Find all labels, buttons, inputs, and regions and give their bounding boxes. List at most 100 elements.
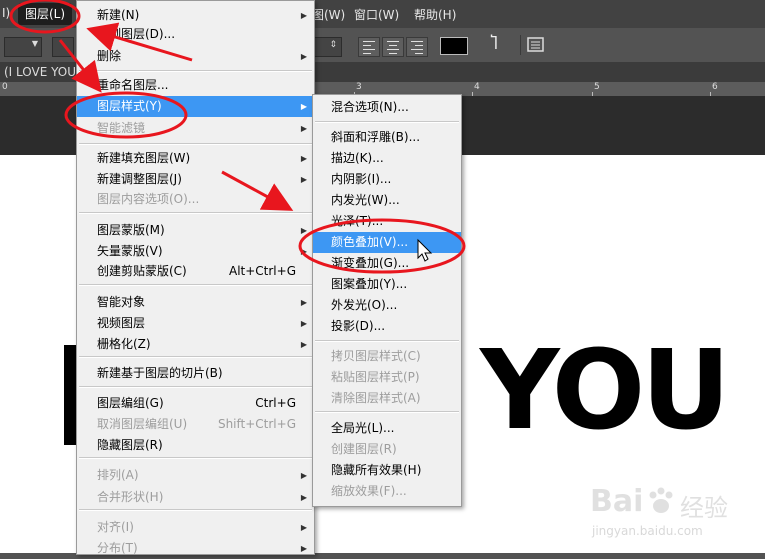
layer-style-menu-item[interactable]: 全局光(L)... — [313, 418, 461, 439]
warp-text-icon[interactable]: Ⴈ — [484, 34, 504, 56]
layer-menu-item: 排列(A) ▶ — [77, 465, 314, 486]
layer-style-menu-item[interactable]: 颜色叠加(V)... — [313, 232, 461, 253]
layer-style-menu-item[interactable]: 内发光(W)... — [313, 190, 461, 211]
menu-layer[interactable]: 图层(L) — [18, 3, 72, 25]
layer-style-menu-item-label: 外发光(O)... — [331, 298, 398, 312]
menu-window[interactable]: 窗口(W) — [354, 6, 399, 23]
layer-menu-item-label: 智能对象 — [97, 295, 146, 309]
submenu-arrow-icon: ▶ — [300, 471, 307, 480]
layer-menu-item[interactable]: 视频图层 ▶ — [77, 313, 314, 334]
menu-separator — [79, 212, 312, 214]
align-center-button[interactable] — [382, 37, 404, 57]
layer-style-menu-item: 拷贝图层样式(C) — [313, 346, 461, 367]
layer-menu-item[interactable]: 矢量蒙版(V) ▶ — [77, 241, 314, 262]
submenu-arrow-icon: ▶ — [300, 52, 307, 61]
layer-style-menu-item[interactable]: 描边(K)... — [313, 148, 461, 169]
layer-style-menu-item[interactable]: 内阴影(I)... — [313, 169, 461, 190]
canvas-text-layer: YOU — [480, 326, 731, 454]
layer-style-menu-item[interactable]: 斜面和浮雕(B)... — [313, 127, 461, 148]
submenu-arrow-icon: ▶ — [300, 154, 307, 163]
layer-style-menu-item-label: 内阴影(I)... — [331, 172, 392, 186]
submenu-arrow-icon: ▶ — [300, 319, 307, 328]
submenu-arrow-icon: ▶ — [300, 493, 307, 502]
submenu-arrow-icon: ▶ — [300, 247, 307, 256]
layer-style-menu-item: 缩放效果(F)... — [313, 481, 461, 502]
layer-style-menu-item[interactable]: 渐变叠加(G)... — [313, 253, 461, 274]
layer-style-menu-item[interactable]: 外发光(O)... — [313, 295, 461, 316]
layer-style-menu-item[interactable]: 混合选项(N)... — [313, 97, 461, 118]
character-panel-button[interactable] — [520, 35, 547, 55]
baidu-watermark: Bai 经验 jingyan.baidu.com — [590, 484, 760, 544]
layer-menu-item-label: 新建(N) — [97, 8, 140, 22]
layer-menu-item[interactable]: 智能对象 ▶ — [77, 292, 314, 313]
menu-separator — [315, 411, 459, 413]
menu-separator — [79, 143, 312, 145]
menu-separator — [315, 121, 459, 123]
text-color-swatch[interactable] — [440, 37, 468, 55]
layer-menu-item[interactable]: 创建剪贴蒙版(C) Alt+Ctrl+G — [77, 261, 314, 282]
menu-shortcut: Shift+Ctrl+G — [217, 417, 296, 431]
layer-style-menu-item[interactable]: 光泽(T)... — [313, 211, 461, 232]
layer-menu-item[interactable]: 重命名图层... — [77, 75, 314, 96]
layer-menu-item-label: 重命名图层... — [97, 78, 169, 92]
layer-menu-item[interactable]: 删除 ▶ — [77, 46, 314, 67]
paw-icon — [649, 487, 673, 513]
submenu-arrow-icon: ▶ — [300, 11, 307, 20]
layer-menu-item-label: 隐藏图层(R) — [97, 438, 163, 452]
menubar-fragment-left[interactable]: I) — [2, 6, 10, 20]
layer-menu-item[interactable]: 隐藏图层(R) — [77, 435, 314, 456]
layer-style-menu-item-label: 清除图层样式(A) — [331, 391, 421, 405]
ruler-label: 6 — [712, 82, 718, 92]
watermark-brand: Bai — [590, 484, 644, 519]
layer-style-menu-item[interactable]: 投影(D)... — [313, 316, 461, 337]
menu-separator — [79, 509, 312, 511]
ruler-label: 3 — [356, 82, 362, 92]
layer-menu-item[interactable]: 新建填充图层(W) ▶ — [77, 148, 314, 169]
align-right-button[interactable] — [406, 37, 428, 57]
layer-menu-item[interactable]: 新建(N) ▶ — [77, 5, 314, 26]
menubar-fragment-view[interactable]: 图(W) — [312, 6, 345, 23]
layer-menu-item-label: 合并形状(H) — [97, 490, 164, 504]
layer-menu-item: 分布(T) ▶ — [77, 538, 314, 559]
menu-separator — [315, 340, 459, 342]
layer-menu-item-label: 新建填充图层(W) — [97, 151, 191, 165]
menu-shortcut: Alt+Ctrl+G — [228, 264, 296, 278]
menu-separator — [79, 284, 312, 286]
menu-separator — [79, 70, 312, 72]
align-left-button[interactable] — [358, 37, 380, 57]
layer-style-menu-item-label: 颜色叠加(V)... — [331, 235, 409, 249]
chevron-down-icon: ▼ — [31, 39, 38, 48]
panel-icon — [527, 37, 544, 52]
layer-menu-item: 对齐(I) ▶ — [77, 517, 314, 538]
layer-style-menu-item-label: 内发光(W)... — [331, 193, 400, 207]
layer-style-menu-item: 清除图层样式(A) — [313, 388, 461, 409]
layer-style-menu-item-label: 描边(K)... — [331, 151, 384, 165]
layer-menu-item[interactable]: 栅格化(Z) ▶ — [77, 334, 314, 355]
layer-menu-item: 智能滤镜 ▶ — [77, 118, 314, 139]
layer-menu-item[interactable]: 新建调整图层(J) ▶ — [77, 169, 314, 190]
layer-style-menu-item-label: 光泽(T)... — [331, 214, 384, 228]
layer-menu-item[interactable]: 新建基于图层的切片(B) — [77, 363, 314, 384]
submenu-arrow-icon: ▶ — [300, 340, 307, 349]
layer-menu-item[interactable]: 图层样式(Y) ▶ — [77, 96, 314, 117]
submenu-arrow-icon: ▶ — [300, 298, 307, 307]
ruler-label: 0 — [2, 82, 8, 92]
layer-menu-item-label: 分布(T) — [97, 541, 138, 555]
layer-style-menu-item-label: 隐藏所有效果(H) — [331, 463, 422, 477]
layer-style-menu-item[interactable]: 隐藏所有效果(H) — [313, 460, 461, 481]
layer-style-menu-item[interactable]: 图案叠加(Y)... — [313, 274, 461, 295]
document-tab-title[interactable]: (I LOVE YOU, — [4, 65, 80, 79]
layer-style-menu-item-label: 粘贴图层样式(P) — [331, 370, 420, 384]
font-family-dropdown[interactable]: ▼ — [4, 37, 42, 57]
layer-menu-item-label: 图层蒙版(M) — [97, 223, 165, 237]
layer-menu-item[interactable]: 图层编组(G) Ctrl+G — [77, 393, 314, 414]
watermark-url: jingyan.baidu.com — [592, 524, 703, 538]
layer-menu-item[interactable]: 图层蒙版(M) ▶ — [77, 220, 314, 241]
layer-style-menu-item-label: 混合选项(N)... — [331, 100, 409, 114]
layer-menu-item[interactable]: 复制图层(D)... — [77, 24, 314, 45]
menu-help[interactable]: 帮助(H) — [414, 6, 456, 23]
font-size-stepper[interactable]: ⇕ — [314, 37, 342, 57]
layer-menu-item: 图层内容选项(O)... — [77, 189, 314, 210]
font-style-dropdown[interactable] — [52, 37, 74, 57]
menu-separator — [79, 386, 312, 388]
